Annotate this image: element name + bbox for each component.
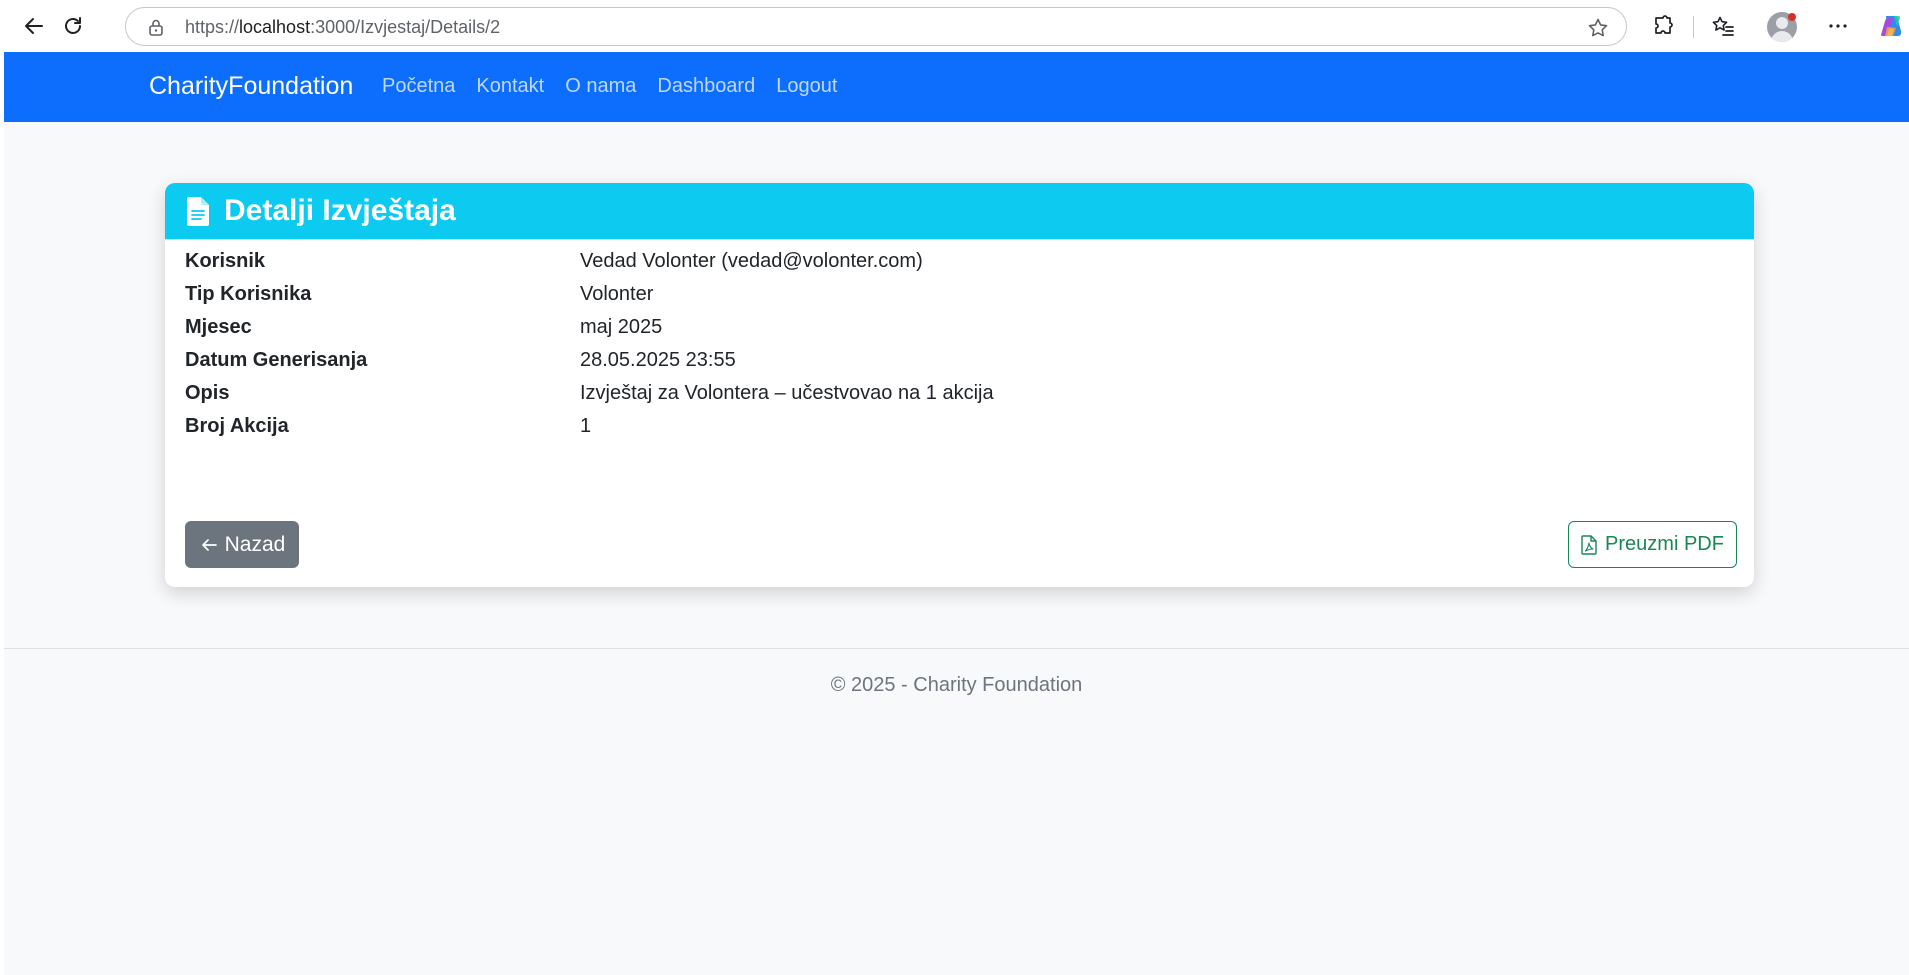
lock-icon[interactable] (146, 17, 166, 37)
nav-link-pocetna[interactable]: Početna (382, 75, 455, 98)
detail-label: Opis (185, 382, 230, 404)
nav-links: Početna Kontakt O nama Dashboard Logout (382, 75, 837, 98)
copilot-icon[interactable] (1877, 13, 1905, 41)
detail-value: Vedad Volonter (vedad@volonter.com) (580, 250, 923, 272)
detail-value: 28.05.2025 23:55 (580, 349, 736, 371)
footer-copyright: © 2025 - Charity Foundation (830, 674, 1083, 696)
card-header: Detalji Izvještaja (165, 183, 1754, 240)
back-button-label: Nazad (224, 532, 286, 556)
reload-icon[interactable] (53, 6, 93, 46)
download-pdf-label: Preuzmi PDF (1605, 533, 1724, 555)
nav-link-dashboard[interactable]: Dashboard (657, 75, 755, 98)
detail-label: Tip Korisnika (185, 283, 312, 305)
back-arrow-icon[interactable] (14, 6, 54, 46)
detail-label: Korisnik (185, 250, 266, 272)
detail-value: Volonter (580, 283, 654, 305)
favorites-icon[interactable] (1703, 6, 1743, 46)
detail-label: Broj Akcija (185, 415, 289, 437)
nav-link-logout[interactable]: Logout (776, 75, 837, 98)
url-text: https://localhost:3000/Izvjestaj/Details… (185, 17, 501, 37)
pdf-file-icon (1581, 534, 1597, 555)
navbar-brand[interactable]: CharityFoundation (149, 72, 353, 101)
nav-link-o-nama[interactable]: O nama (565, 75, 636, 98)
favorite-star-icon[interactable] (1586, 16, 1610, 40)
report-details-card: Detalji Izvještaja Korisnik Vedad Volont… (165, 183, 1754, 587)
footer-divider (4, 648, 1909, 649)
toolbar-divider (1693, 16, 1694, 38)
detail-row-broj-akcija: Broj Akcija 1 (165, 415, 1754, 455)
arrow-left-icon (201, 538, 217, 551)
download-pdf-button[interactable]: Preuzmi PDF (1568, 521, 1737, 568)
page-body: CharityFoundation Početna Kontakt O nama… (4, 52, 1909, 975)
navbar: CharityFoundation Početna Kontakt O nama… (4, 52, 1909, 122)
detail-value: Izvještaj za Volontera – učestvovao na 1… (580, 382, 994, 404)
extensions-icon[interactable] (1643, 6, 1683, 46)
document-icon (187, 197, 209, 226)
browser-toolbar: https://localhost:3000/Izvjestaj/Details… (0, 0, 1909, 52)
more-options-icon[interactable] (1818, 6, 1858, 46)
detail-value: maj 2025 (580, 316, 663, 338)
back-button[interactable]: Nazad (185, 521, 299, 568)
card-title: Detalji Izvještaja (224, 194, 456, 227)
nav-link-kontakt[interactable]: Kontakt (476, 75, 544, 98)
detail-label: Mjesec (185, 316, 252, 338)
detail-label: Datum Generisanja (185, 349, 368, 371)
address-bar[interactable]: https://localhost:3000/Izvjestaj/Details… (125, 7, 1627, 46)
notification-dot (1788, 13, 1796, 21)
detail-value: 1 (580, 415, 592, 437)
